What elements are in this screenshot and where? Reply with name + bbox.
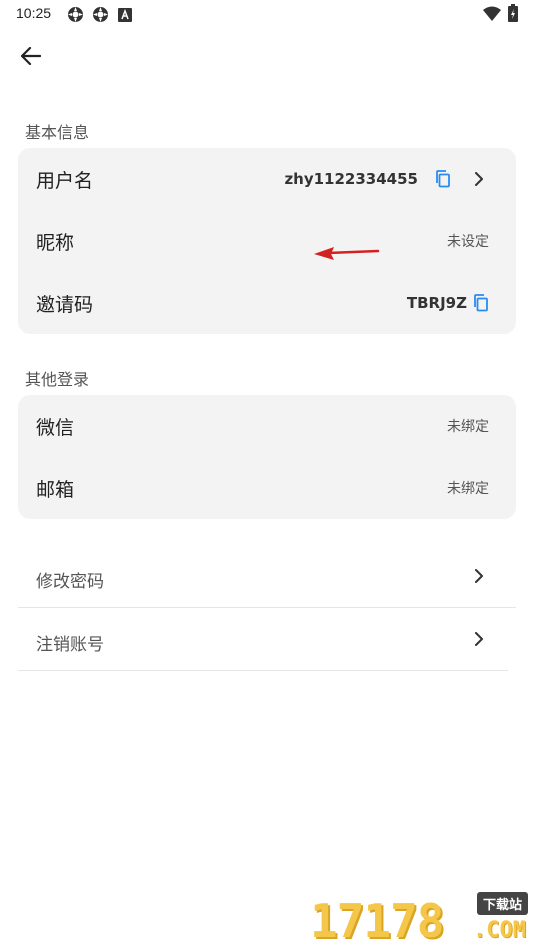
invite-code-label: 邀请码	[36, 293, 94, 316]
wifi-icon	[483, 6, 501, 25]
other-login-card: 微信 未绑定 邮箱 未绑定	[18, 395, 516, 519]
email-label: 邮箱	[36, 478, 75, 501]
username-label: 用户名	[36, 169, 94, 192]
arrow-left-icon	[20, 46, 42, 69]
back-button[interactable]	[14, 44, 48, 72]
email-value: 未绑定	[447, 481, 489, 497]
divider	[18, 607, 516, 608]
battery-charging-icon	[508, 4, 518, 26]
copy-icon[interactable]	[434, 170, 452, 188]
nickname-row[interactable]: 昵称 未设定	[18, 210, 516, 272]
watermark-logo: 17178 下载站 .COM	[304, 890, 534, 950]
wechat-label: 微信	[36, 416, 75, 439]
keyboard-a-icon	[118, 7, 132, 26]
change-password-label: 修改密码	[36, 572, 104, 592]
chevron-right-icon	[471, 630, 487, 648]
wechat-row[interactable]: 微信 未绑定	[18, 395, 516, 457]
watermark-badge: 下载站	[476, 892, 528, 915]
delete-account-label: 注销账号	[36, 635, 104, 655]
invite-code-value: TBRJ9Z	[406, 294, 467, 312]
change-password-row[interactable]: 修改密码	[18, 546, 516, 608]
watermark-suffix: .COM	[473, 918, 526, 943]
delete-account-row[interactable]: 注销账号	[18, 609, 516, 671]
watermark-digits: 17178	[310, 894, 444, 948]
nickname-value: 未设定	[447, 234, 489, 250]
invite-code-row: 邀请码 TBRJ9Z	[18, 272, 516, 334]
nickname-label: 昵称	[36, 231, 75, 254]
other-login-title: 其他登录	[25, 370, 90, 389]
wechat-value: 未绑定	[447, 419, 489, 435]
divider	[18, 670, 508, 671]
chevron-right-icon	[471, 170, 487, 188]
basic-info-title: 基本信息	[25, 123, 90, 142]
basic-info-card: 用户名 zhy1122334455 昵称 未设定 邀请码 TBRJ9Z	[18, 148, 516, 334]
username-row[interactable]: 用户名 zhy1122334455	[18, 148, 516, 210]
chevron-right-icon	[471, 567, 487, 585]
email-row[interactable]: 邮箱 未绑定	[18, 457, 516, 519]
status-bar: 10:25	[0, 0, 534, 28]
sync-icon	[67, 6, 84, 27]
username-value: zhy1122334455	[284, 170, 418, 188]
status-time: 10:25	[16, 5, 52, 21]
copy-icon[interactable]	[472, 294, 490, 312]
red-arrow-icon	[312, 244, 380, 266]
sync-icon	[92, 6, 109, 27]
